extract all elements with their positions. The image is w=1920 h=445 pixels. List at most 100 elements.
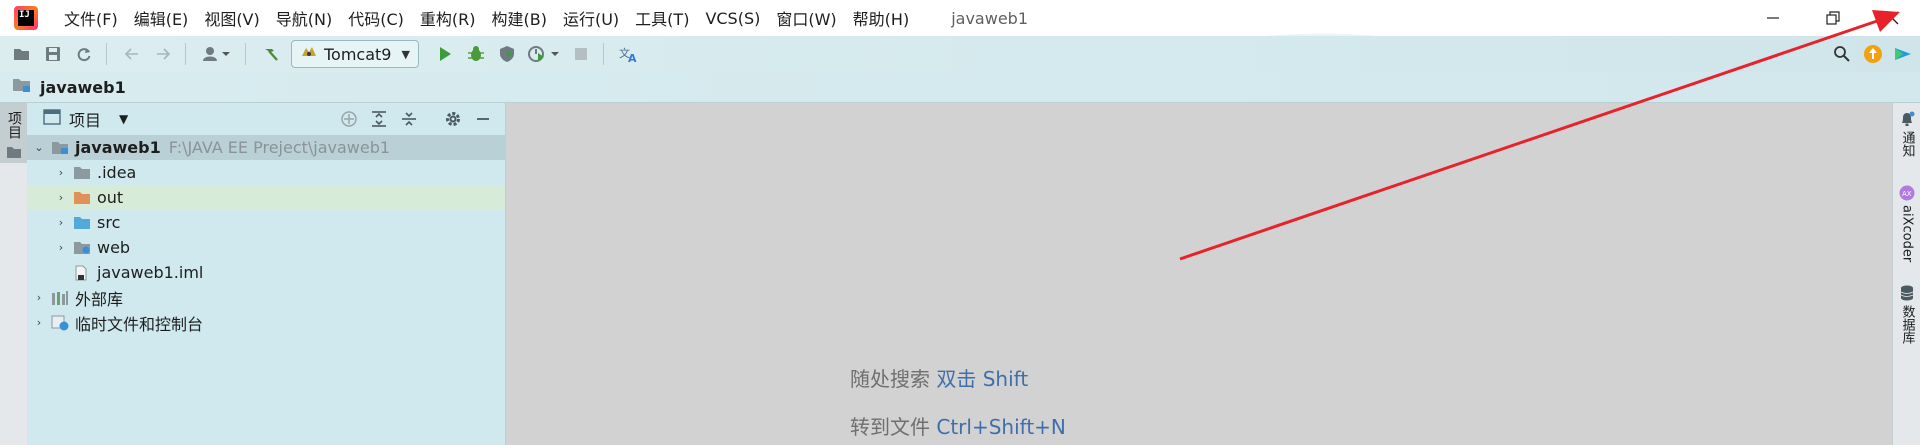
translate-icon: 文A (619, 46, 637, 63)
hint-text: 随处搜索 (850, 367, 930, 391)
notifications-button[interactable]: 通知 (1896, 111, 1918, 157)
tree-node-idea[interactable]: › .idea (27, 160, 505, 185)
library-icon (51, 290, 69, 306)
expand-all-button[interactable] (365, 105, 393, 133)
jetbrains-toolbox-button[interactable] (1889, 40, 1917, 68)
chevron-down-icon[interactable]: ⌄ (31, 141, 47, 154)
hint-shortcut: Ctrl+Shift+N (936, 415, 1066, 439)
collapse-all-button[interactable] (395, 105, 423, 133)
aixcoder-icon: AX (1899, 185, 1915, 201)
tree-node-src[interactable]: › src (27, 210, 505, 235)
update-arrow-icon (1864, 45, 1882, 63)
menu-run[interactable]: 运行(U) (555, 6, 627, 30)
restore-button[interactable] (1805, 0, 1861, 36)
tree-node-label: out (97, 188, 124, 207)
menu-file[interactable]: 文件(F) (56, 6, 126, 30)
chevron-right-icon[interactable]: › (53, 216, 69, 229)
tree-node-external-libraries[interactable]: › 外部库 (27, 285, 505, 310)
search-everywhere-button[interactable] (1828, 40, 1856, 68)
update-button[interactable] (1859, 40, 1887, 68)
sync-button[interactable] (70, 40, 98, 68)
menu-build[interactable]: 构建(B) (484, 6, 555, 30)
svg-text:A: A (628, 52, 637, 63)
tree-node-scratches[interactable]: › 临时文件和控制台 (27, 310, 505, 335)
select-opened-file-button[interactable] (335, 105, 363, 133)
hammer-icon (265, 49, 278, 61)
web-folder-icon (73, 240, 91, 256)
collapse-all-icon (402, 112, 416, 126)
editor-empty-area[interactable]: 随处搜索 双击 Shift 转到文件 Ctrl+Shift+N (506, 103, 1892, 445)
close-button[interactable] (1864, 0, 1920, 36)
database-button[interactable]: 数据库 (1896, 285, 1918, 344)
iml-file-icon (73, 265, 91, 281)
run-configuration-selector[interactable]: Tomcat9 ▼ (291, 40, 419, 68)
project-tool-window-button[interactable]: 项目 (0, 103, 27, 163)
source-folder-icon (73, 215, 91, 231)
notifications-label: 通知 (1899, 131, 1915, 157)
navigation-bar: javaweb1 (0, 72, 1920, 103)
search-icon (1834, 46, 1850, 62)
build-button[interactable] (257, 40, 285, 68)
settings-button[interactable] (439, 105, 467, 133)
project-folder-icon (12, 77, 32, 97)
tree-node-iml[interactable]: javaweb1.iml (27, 260, 505, 285)
run-button[interactable] (431, 40, 459, 68)
folder-icon (7, 147, 21, 158)
tree-node-label: 临时文件和控制台 (75, 314, 204, 334)
shield-run-icon (499, 46, 514, 62)
tree-node-out[interactable]: › out (27, 185, 505, 210)
tree-node-web[interactable]: › web (27, 235, 505, 260)
expand-all-icon (372, 111, 386, 127)
tomcat-icon (300, 44, 318, 64)
save-icon (46, 47, 60, 61)
account-button[interactable] (197, 40, 237, 68)
breadcrumb-project[interactable]: javaweb1 (40, 78, 126, 97)
user-icon (203, 47, 230, 61)
menu-refactor[interactable]: 重构(R) (412, 6, 484, 30)
aixcoder-button[interactable]: AX aiXcoder (1896, 185, 1918, 262)
toolbar-separator (185, 43, 186, 65)
profile-button[interactable] (524, 40, 564, 68)
excluded-folder-icon (73, 190, 91, 206)
gear-icon (446, 112, 460, 126)
menu-help[interactable]: 帮助(H) (845, 6, 918, 30)
minimize-button[interactable] (1745, 0, 1801, 36)
arrow-right-icon (157, 48, 171, 60)
project-view-selector[interactable]: 项目 (69, 107, 101, 131)
chevron-right-icon[interactable]: › (53, 191, 69, 204)
forward-button[interactable] (149, 40, 177, 68)
menu-bar: IJ 文件(F) 编辑(E) 视图(V) 导航(N) 代码(C) 重构(R) 构… (0, 0, 1920, 36)
chevron-right-icon[interactable]: › (53, 241, 69, 254)
coverage-button[interactable] (493, 40, 521, 68)
restore-icon (1826, 11, 1840, 25)
menu-window[interactable]: 窗口(W) (768, 6, 844, 30)
open-button[interactable] (8, 40, 36, 68)
menu-navigate[interactable]: 导航(N) (268, 6, 340, 30)
chevron-down-icon[interactable]: ▼ (119, 112, 128, 126)
menu-vcs[interactable]: VCS(S) (697, 9, 768, 28)
menu-tools[interactable]: 工具(T) (627, 6, 697, 30)
toolbox-logo-icon (1895, 48, 1911, 60)
menu-code[interactable]: 代码(C) (340, 6, 412, 30)
window-title: javaweb1 (951, 8, 1028, 28)
toolbar-separator (106, 43, 107, 65)
database-label: 数据库 (1899, 305, 1915, 344)
locate-icon (341, 111, 357, 127)
chevron-right-icon[interactable]: › (31, 316, 47, 329)
chevron-right-icon[interactable]: › (31, 291, 47, 304)
menu-view[interactable]: 视图(V) (196, 6, 267, 30)
debug-button[interactable] (462, 40, 490, 68)
back-button[interactable] (118, 40, 146, 68)
hide-panel-button[interactable] (469, 105, 497, 133)
chevron-right-icon[interactable]: › (53, 166, 69, 179)
save-button[interactable] (39, 40, 67, 68)
menu-edit[interactable]: 编辑(E) (126, 6, 197, 30)
intellij-logo-icon[interactable]: IJ (14, 6, 38, 30)
stop-button[interactable] (567, 40, 595, 68)
bug-icon (467, 46, 484, 61)
project-tool-window: 项目 ▼ ⌄ javaweb1 F:\JAVA EE Preject\javaw… (27, 103, 506, 445)
tree-node-project-root[interactable]: ⌄ javaweb1 F:\JAVA EE Preject\javaweb1 (27, 135, 505, 160)
aixcoder-label: aiXcoder (1899, 205, 1915, 263)
open-folder-icon (14, 49, 29, 60)
translate-button[interactable]: 文A (615, 40, 643, 68)
